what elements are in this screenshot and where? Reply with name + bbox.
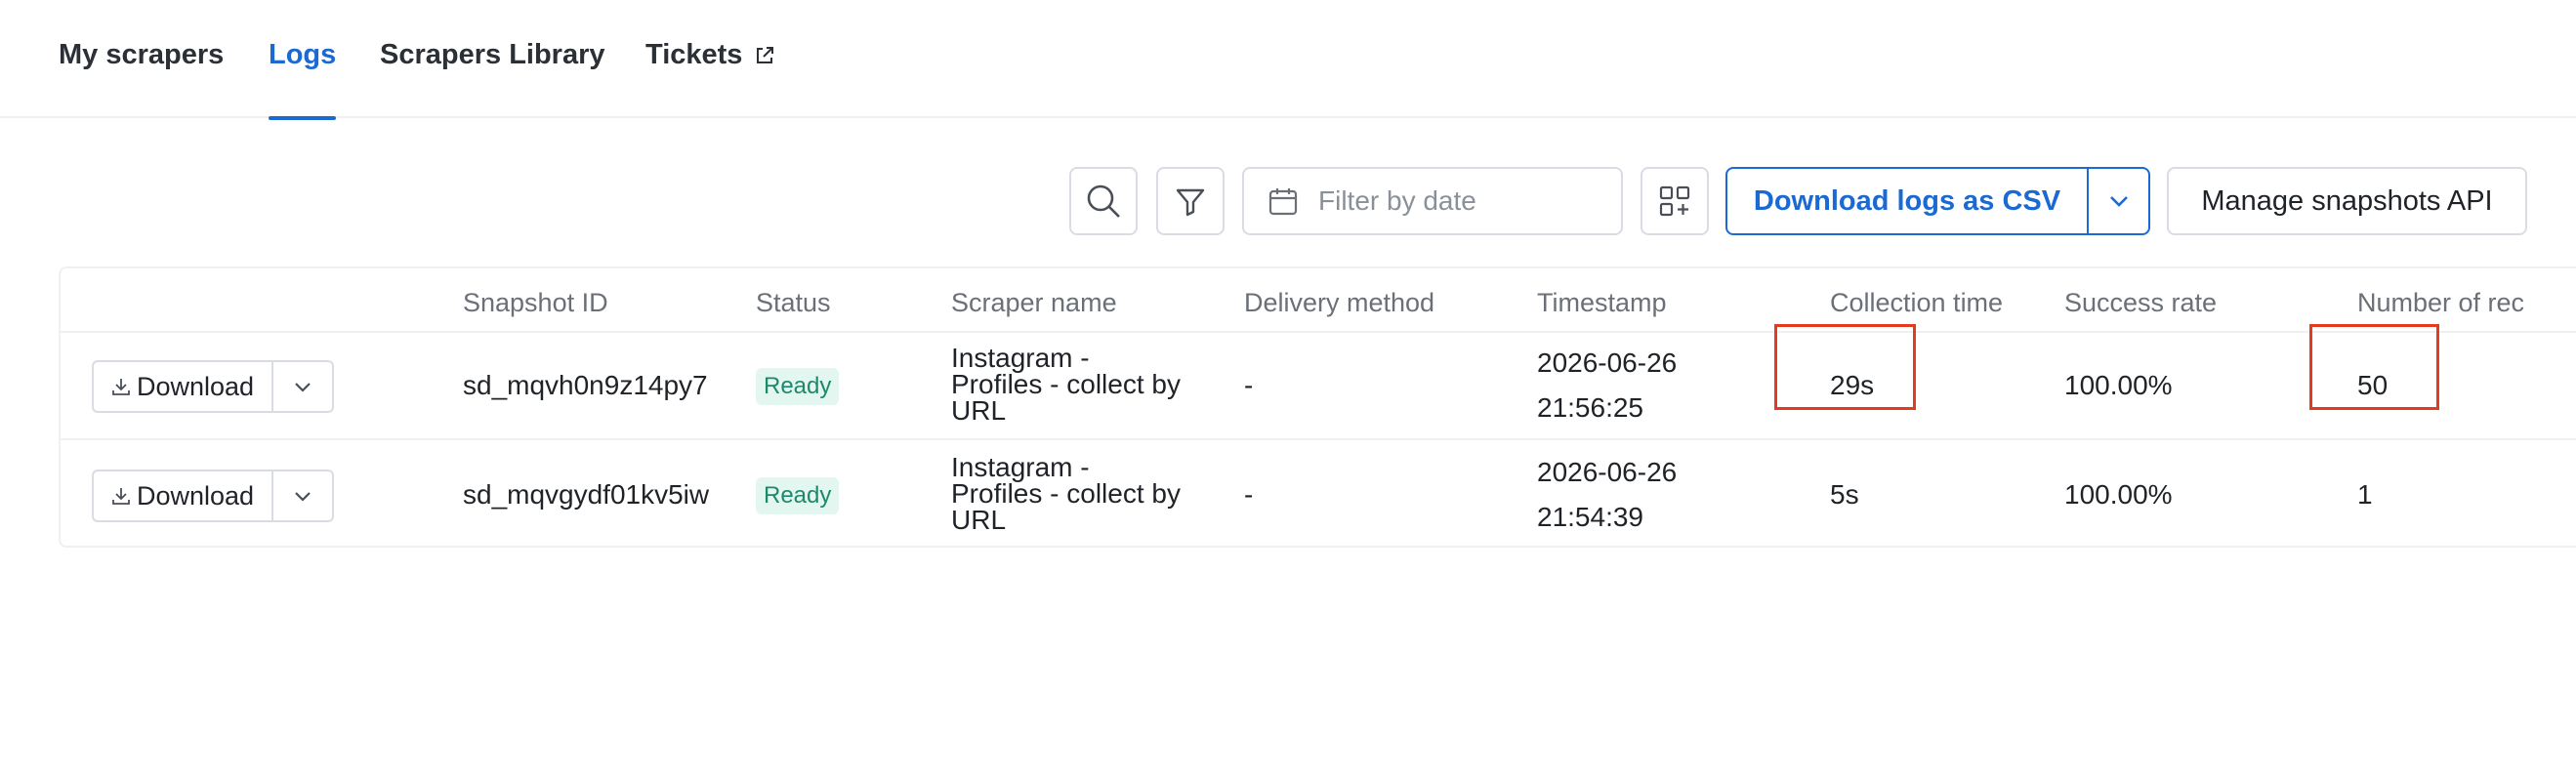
manage-snapshots-api-button[interactable]: Manage snapshots API	[2167, 167, 2527, 235]
table-header: Snapshot ID Status Scraper name Delivery…	[61, 268, 2576, 333]
download-icon	[112, 488, 130, 505]
timestamp: 2026-06-26 21:56:25	[1537, 341, 1677, 430]
status-badge: Ready	[756, 368, 840, 405]
success-rate: 100.00%	[2064, 479, 2173, 510]
column-header-timestamp[interactable]: Timestamp	[1537, 288, 1667, 318]
search-button[interactable]	[1069, 167, 1138, 235]
tab-label: Scrapers Library	[380, 39, 605, 70]
scraper-name: Instagram - Profiles - collect by URL	[951, 343, 1181, 426]
external-link-icon	[757, 47, 774, 63]
column-header-success-rate[interactable]: Success rate	[2064, 288, 2217, 318]
row-download-group: Download	[92, 470, 334, 522]
row-download-button[interactable]: Download	[94, 471, 273, 520]
row-download-label: Download	[136, 480, 255, 511]
column-header-snapshot-id[interactable]: Snapshot ID	[463, 288, 608, 318]
tab-tickets[interactable]: Tickets	[645, 39, 775, 118]
logs-table: Snapshot ID Status Scraper name Delivery…	[59, 266, 2576, 548]
columns-button[interactable]	[1641, 167, 1709, 235]
download-csv-dropdown[interactable]	[2089, 169, 2148, 233]
timestamp-time: 21:56:25	[1537, 392, 1643, 423]
row-download-group: Download	[92, 360, 334, 413]
tab-label: Tickets	[645, 39, 743, 70]
table-row: Download sd_mqvh0n9z14py7 Ready Instagra…	[61, 333, 2576, 440]
highlight-number-of-records	[2309, 324, 2439, 410]
status-badge: Ready	[756, 477, 840, 514]
highlight-collection-time	[1774, 324, 1916, 410]
tab-scrapers-library[interactable]: Scrapers Library	[380, 39, 605, 118]
chevron-down-icon	[295, 492, 311, 502]
chevron-down-icon	[2109, 196, 2128, 207]
tab-label: Logs	[269, 39, 337, 70]
delivery-method: -	[1244, 479, 1254, 510]
columns-add-icon	[1659, 185, 1690, 217]
date-filter[interactable]	[1242, 167, 1623, 235]
tab-my-scrapers[interactable]: My scrapers	[59, 39, 224, 118]
tab-logs[interactable]: Logs	[269, 39, 337, 120]
row-download-dropdown[interactable]	[273, 471, 332, 520]
column-header-collection-time[interactable]: Collection time	[1830, 288, 2003, 318]
column-header-scraper-name[interactable]: Scraper name	[951, 288, 1117, 318]
snapshot-id[interactable]: sd_mqvh0n9z14py7	[463, 370, 708, 401]
chevron-down-icon	[295, 383, 311, 392]
table-row: Download sd_mqvgydf01kv5iw Ready Instagr…	[61, 442, 2576, 546]
download-icon	[112, 379, 130, 395]
filter-button[interactable]	[1156, 167, 1225, 235]
column-header-number-of-records[interactable]: Number of rec	[2357, 288, 2524, 318]
row-download-button[interactable]: Download	[94, 362, 273, 411]
timestamp-date: 2026-06-26	[1537, 348, 1678, 378]
download-csv-button-group: Download logs as CSV	[1725, 167, 2150, 235]
row-download-label: Download	[136, 371, 255, 401]
scraper-name: Instagram - Profiles - collect by URL	[951, 452, 1181, 535]
timestamp: 2026-06-26 21:54:39	[1537, 450, 1677, 540]
tab-bar: My scrapers Logs Scrapers Library Ticket…	[0, 0, 2576, 120]
row-download-dropdown[interactable]	[273, 362, 332, 411]
date-filter-input[interactable]	[1318, 185, 1601, 217]
snapshot-id[interactable]: sd_mqvgydf01kv5iw	[463, 479, 709, 511]
logs-page: My scrapers Logs Scrapers Library Ticket…	[0, 0, 2576, 777]
timestamp-time: 21:54:39	[1537, 502, 1643, 532]
delivery-method: -	[1244, 370, 1254, 400]
filter-icon	[1176, 188, 1205, 217]
timestamp-date: 2026-06-26	[1537, 457, 1678, 487]
column-header-delivery-method[interactable]: Delivery method	[1244, 288, 1434, 318]
search-icon	[1087, 184, 1120, 218]
number-of-records: 1	[2357, 479, 2373, 510]
download-csv-button[interactable]: Download logs as CSV	[1727, 169, 2089, 233]
tab-label: My scrapers	[59, 39, 225, 70]
success-rate: 100.00%	[2064, 370, 2173, 400]
calendar-icon	[1268, 188, 1298, 216]
column-header-status[interactable]: Status	[756, 288, 831, 318]
collection-time: 5s	[1830, 479, 1859, 510]
